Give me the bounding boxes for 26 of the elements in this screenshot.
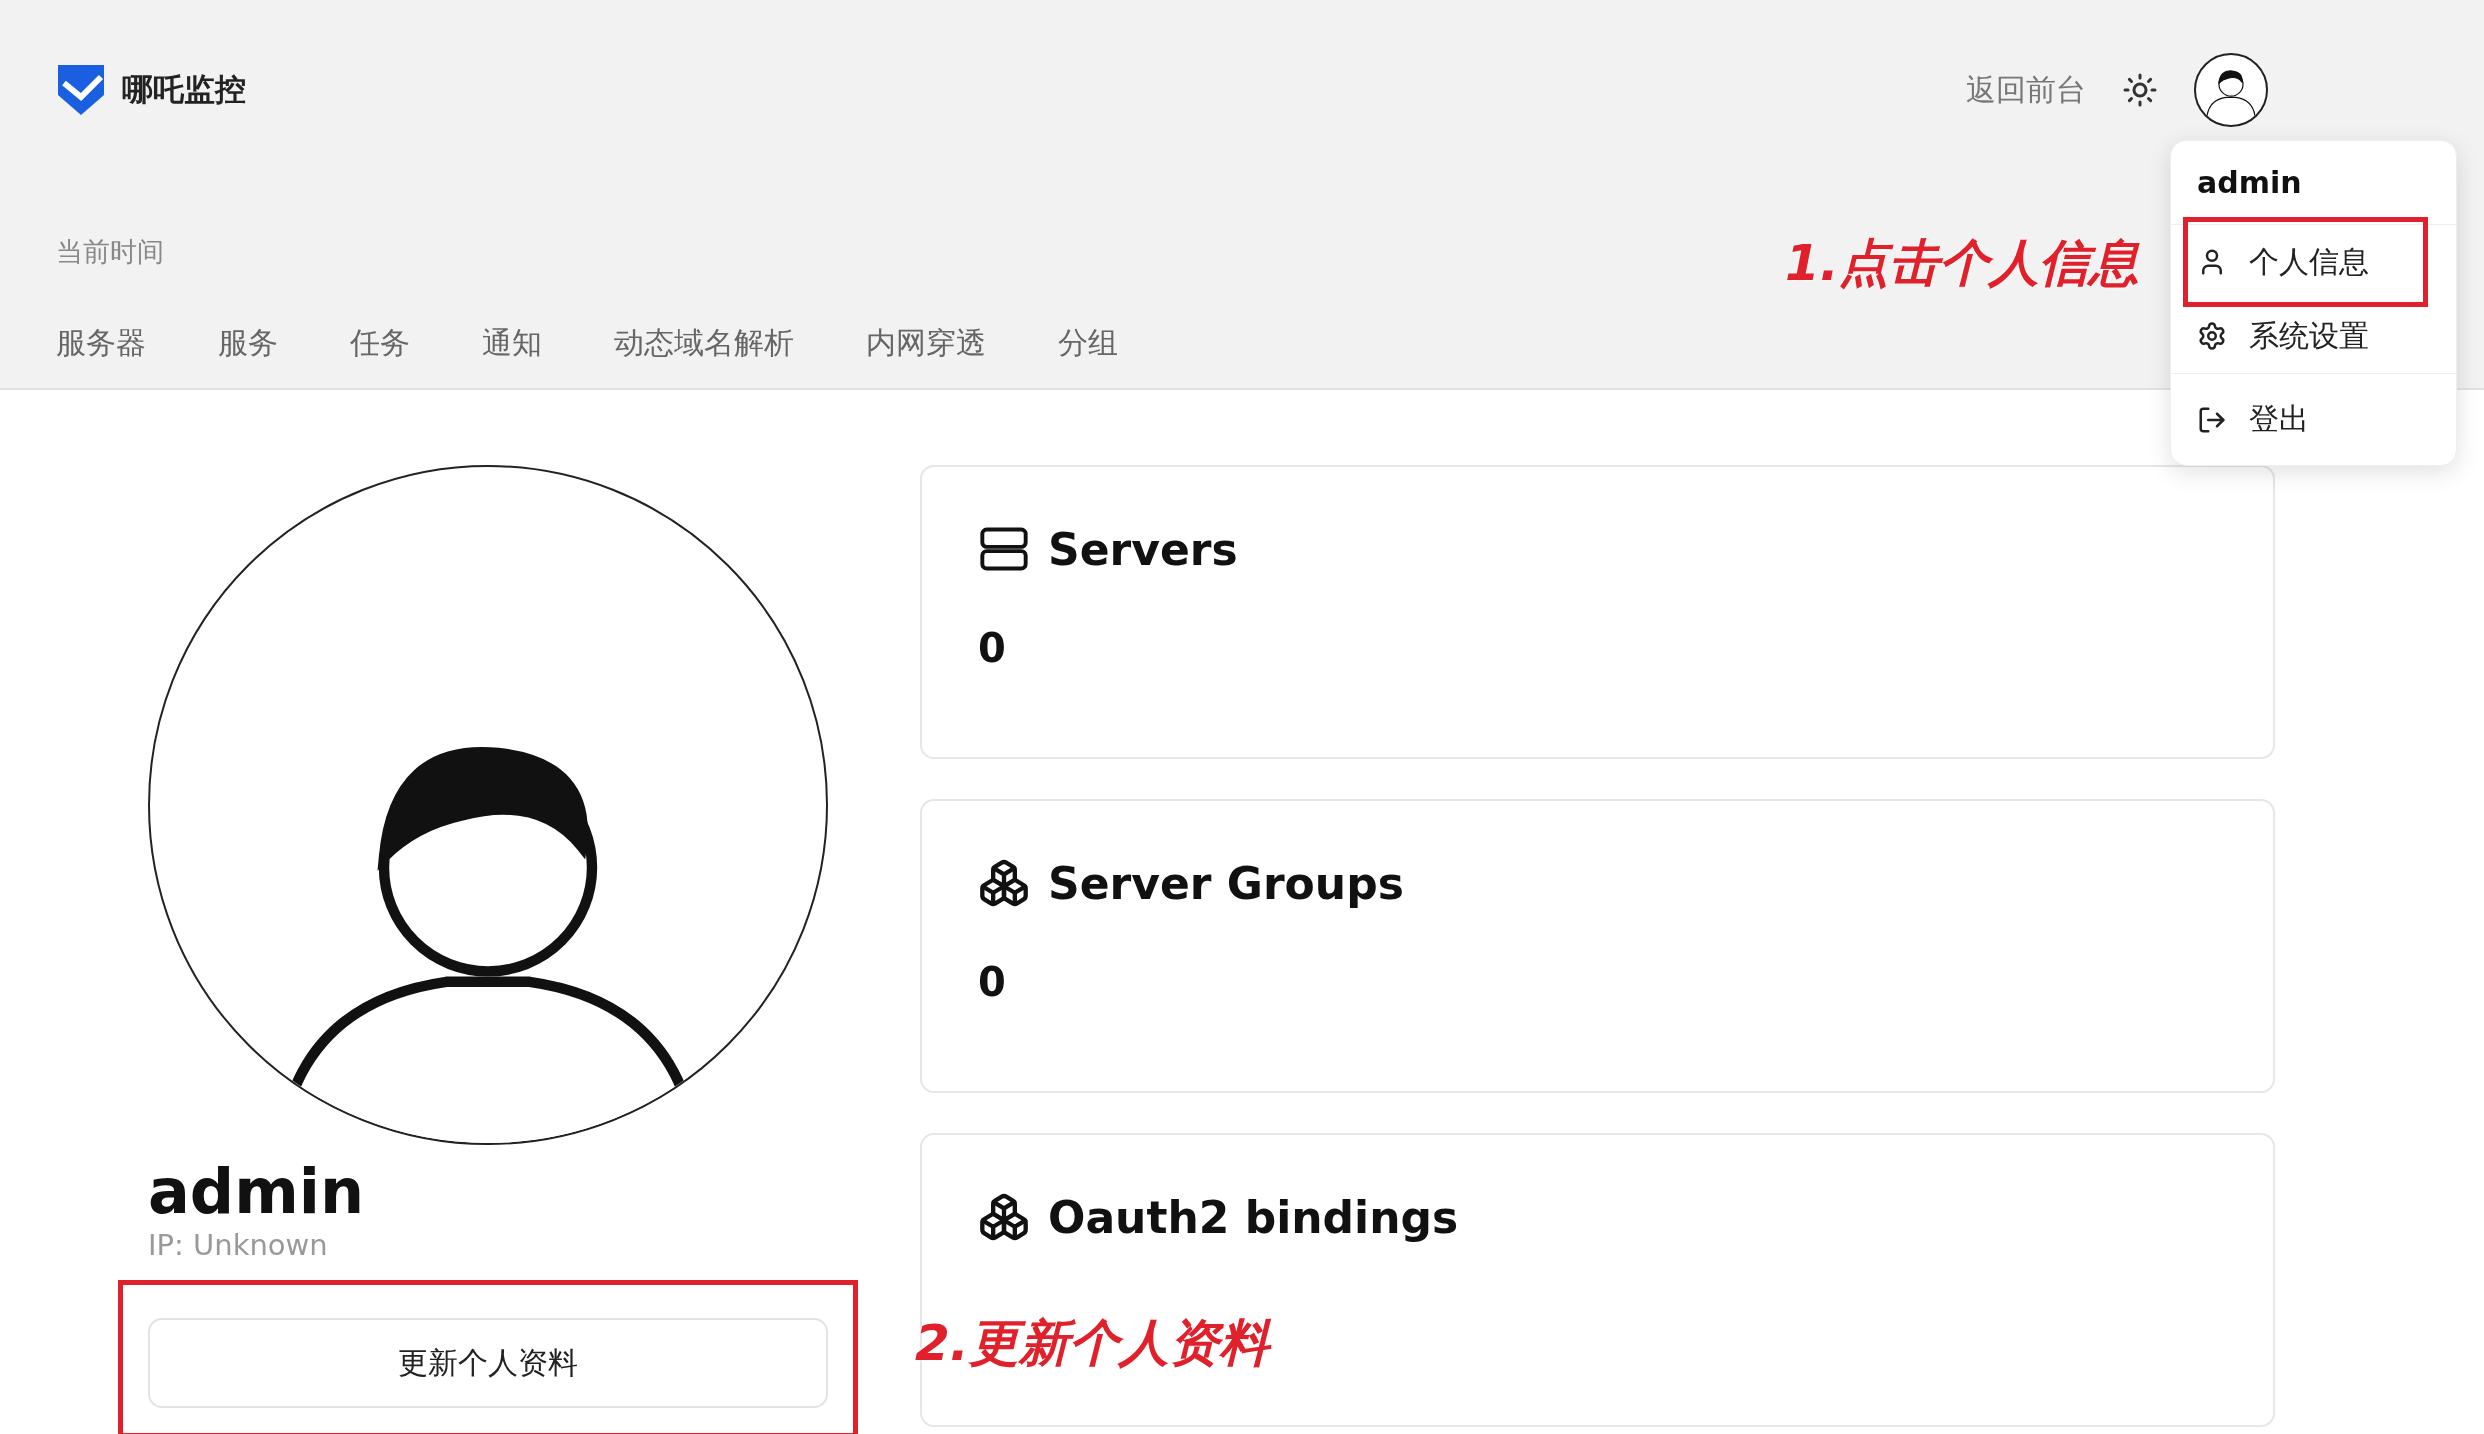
user-name: admin (148, 1155, 366, 1228)
ip-address: IP: Unknown (148, 1228, 329, 1262)
cubes-icon (978, 857, 1030, 909)
back-link[interactable]: 返回前台 (1966, 69, 2086, 111)
update-profile-button[interactable]: 更新个人资料 (148, 1318, 828, 1408)
nav-tab[interactable]: 动态域名解析 (614, 322, 794, 364)
gear-icon (2197, 321, 2227, 351)
shield-check-logo-icon (56, 63, 106, 117)
menu-item[interactable]: 个人信息 (2171, 225, 2456, 299)
card-title: Servers (1048, 523, 1238, 575)
card-value: 0 (978, 625, 1007, 671)
annotation-text: 1.点击个人信息 (1785, 233, 2139, 294)
nav-tab[interactable]: 服务器 (56, 322, 146, 364)
nav-tab[interactable]: 分组 (1058, 322, 1118, 364)
card-title: Server Groups (1048, 857, 1404, 909)
card-value: 0 (978, 959, 1007, 1005)
nav-tab[interactable]: 任务 (350, 322, 410, 364)
clock-label: 当前时间 (56, 235, 164, 269)
nav-tab[interactable]: 内网穿透 (866, 322, 986, 364)
nav-tab[interactable]: 通知 (482, 322, 542, 364)
cubes-icon (978, 1191, 1030, 1243)
menu-item[interactable]: 系统设置 (2171, 299, 2456, 373)
theme-toggle-sun-icon[interactable] (2122, 72, 2158, 108)
card-title: Oauth2 bindings (1048, 1191, 1459, 1243)
nav-tab[interactable]: 服务 (218, 322, 278, 364)
app-title: 哪吒监控 (122, 70, 246, 109)
